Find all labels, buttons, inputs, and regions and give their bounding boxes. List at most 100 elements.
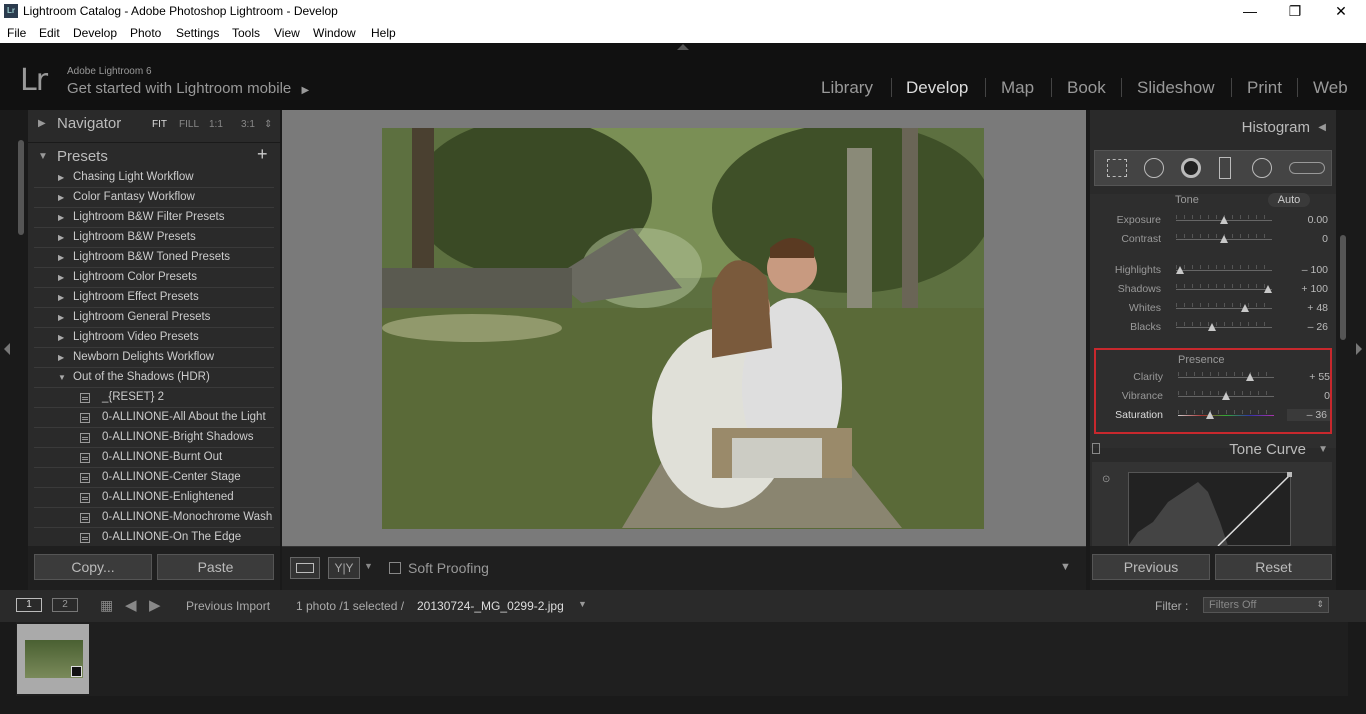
slider-contrast[interactable]: Contrast 0: [1090, 230, 1336, 249]
add-preset-icon[interactable]: +: [257, 144, 268, 165]
slider-value[interactable]: – 36: [1286, 409, 1330, 421]
menu-edit[interactable]: Edit: [39, 26, 60, 40]
module-map[interactable]: Map: [1001, 78, 1034, 98]
graduated-filter-icon[interactable]: [1219, 157, 1231, 179]
preset-item[interactable]: 0-ALLINONE-Enlightened: [34, 488, 274, 508]
menu-help[interactable]: Help: [371, 26, 396, 40]
loupe-view-button[interactable]: [290, 557, 320, 579]
crop-tool-icon[interactable]: [1107, 159, 1127, 177]
slider-clarity[interactable]: Clarity + 55: [1092, 368, 1338, 387]
previous-button[interactable]: Previous: [1092, 554, 1210, 580]
before-after-button[interactable]: Y|Y: [328, 557, 360, 579]
filmstrip-thumbnail[interactable]: [17, 624, 89, 694]
preset-folder[interactable]: ▶ Lightroom Video Presets: [34, 328, 274, 348]
paste-button[interactable]: Paste: [157, 554, 274, 580]
zoom-fill[interactable]: FILL: [179, 119, 199, 130]
preset-item[interactable]: 0-ALLINONE-Monochrome Wash: [34, 508, 274, 528]
slider-value[interactable]: + 100: [1301, 283, 1328, 295]
slider-knob[interactable]: [1222, 392, 1230, 400]
module-print[interactable]: Print: [1247, 78, 1282, 98]
radial-filter-icon[interactable]: [1252, 158, 1272, 178]
slider-highlights[interactable]: Highlights – 100: [1090, 261, 1336, 280]
forward-arrow-icon[interactable]: ▶: [149, 596, 161, 614]
presets-header[interactable]: ▼ Presets +: [28, 142, 280, 170]
tone-curve-graph[interactable]: ⊙: [1092, 462, 1332, 546]
minimize-button[interactable]: —: [1236, 2, 1264, 20]
slider-whites[interactable]: Whites + 48: [1090, 299, 1336, 318]
slider-knob[interactable]: [1220, 216, 1228, 224]
module-develop[interactable]: Develop: [906, 78, 968, 98]
auto-tone-button[interactable]: Auto: [1268, 193, 1310, 207]
menu-file[interactable]: File: [7, 26, 26, 40]
menu-tools[interactable]: Tools: [232, 26, 260, 40]
preset-folder[interactable]: ▶ Newborn Delights Workflow: [34, 348, 274, 368]
menu-view[interactable]: View: [274, 26, 300, 40]
menu-photo[interactable]: Photo: [130, 26, 161, 40]
preset-item[interactable]: 0-ALLINONE-Center Stage: [34, 468, 274, 488]
slider-knob[interactable]: [1220, 235, 1228, 243]
preset-item[interactable]: 0-ALLINONE-Bright Shadows: [34, 428, 274, 448]
slider-knob[interactable]: [1208, 323, 1217, 331]
back-arrow-icon[interactable]: ◀: [125, 596, 137, 614]
preset-folder[interactable]: ▶ Lightroom Effect Presets: [34, 288, 274, 308]
slider-vibrance[interactable]: Vibrance 0: [1092, 387, 1338, 406]
filename-dropdown-icon[interactable]: ▼: [578, 599, 587, 609]
preset-item[interactable]: 0-ALLINONE-Burnt Out: [34, 448, 274, 468]
module-book[interactable]: Book: [1067, 78, 1106, 98]
targeted-adjustment-icon[interactable]: ⊙: [1102, 474, 1110, 485]
filmstrip-source[interactable]: Previous Import: [186, 599, 270, 613]
image-viewer[interactable]: [282, 110, 1086, 546]
mobile-promo-link[interactable]: Get started with Lightroom mobile ▶: [67, 80, 309, 97]
close-button[interactable]: ✕: [1327, 2, 1355, 20]
navigator-header[interactable]: ▶ Navigator FIT FILL 1:1 3:1 ⇕: [28, 110, 280, 138]
preset-folder[interactable]: ▶ Color Fantasy Workflow: [34, 188, 274, 208]
right-panel-scrollbar[interactable]: [1340, 235, 1346, 340]
filename[interactable]: 20130724-_MG_0299-2.jpg: [417, 599, 564, 613]
preset-folder[interactable]: ▶ Lightroom Color Presets: [34, 268, 274, 288]
slider-track[interactable]: [1178, 415, 1274, 416]
left-panel-toggle-icon[interactable]: [4, 343, 10, 355]
slider-track[interactable]: [1176, 289, 1272, 290]
preset-folder[interactable]: ▶ Lightroom B&W Presets: [34, 228, 274, 248]
slider-knob[interactable]: [1264, 285, 1273, 293]
slider-value[interactable]: + 55: [1309, 371, 1330, 383]
slider-saturation[interactable]: Saturation – 36: [1092, 406, 1338, 425]
module-library[interactable]: Library: [821, 78, 873, 98]
slider-value[interactable]: – 26: [1308, 321, 1328, 333]
menu-window[interactable]: Window: [313, 26, 356, 40]
secondary-window-button[interactable]: 2: [52, 598, 78, 612]
preset-folder[interactable]: ▶ Lightroom General Presets: [34, 308, 274, 328]
top-panel-toggle-icon[interactable]: [677, 44, 689, 50]
slider-knob[interactable]: [1241, 304, 1250, 312]
preset-item[interactable]: 0-ALLINONE-On The Edge: [34, 528, 274, 548]
zoom-3-1[interactable]: 3:1: [241, 119, 255, 130]
adjustment-brush-icon[interactable]: [1289, 162, 1325, 174]
zoom-stepper-icon[interactable]: ⇕: [264, 119, 272, 130]
slider-exposure[interactable]: Exposure 0.00: [1090, 211, 1336, 230]
preset-item[interactable]: _{RESET} 2: [34, 388, 274, 408]
preset-folder[interactable]: ▶ Lightroom B&W Toned Presets: [34, 248, 274, 268]
reset-button[interactable]: Reset: [1215, 554, 1332, 580]
zoom-fit[interactable]: FIT: [152, 119, 167, 130]
slider-knob[interactable]: [1205, 411, 1214, 419]
red-eye-icon[interactable]: [1181, 158, 1201, 178]
menu-settings[interactable]: Settings: [176, 26, 219, 40]
slider-track[interactable]: [1176, 327, 1272, 328]
right-panel-toggle-icon[interactable]: [1356, 343, 1362, 355]
slider-track[interactable]: [1178, 377, 1274, 378]
toolbar-menu-icon[interactable]: ▼: [1060, 561, 1071, 573]
slider-track[interactable]: [1176, 308, 1272, 309]
zoom-1-1[interactable]: 1:1: [209, 119, 223, 130]
restore-button[interactable]: ❐: [1281, 2, 1309, 20]
slider-value[interactable]: 0: [1322, 233, 1328, 245]
slider-track[interactable]: [1176, 270, 1272, 271]
grid-view-icon[interactable]: ▦: [100, 597, 113, 614]
histogram-header[interactable]: Histogram ◀: [1090, 110, 1336, 138]
copy-button[interactable]: Copy...: [34, 554, 152, 580]
main-window-button[interactable]: 1: [16, 598, 42, 612]
slider-knob[interactable]: [1175, 266, 1184, 274]
preset-folder[interactable]: ▶ Lightroom B&W Filter Presets: [34, 208, 274, 228]
slider-shadows[interactable]: Shadows + 100: [1090, 280, 1336, 299]
left-panel-scrollbar[interactable]: [18, 140, 24, 235]
slider-value[interactable]: 0: [1324, 390, 1330, 402]
